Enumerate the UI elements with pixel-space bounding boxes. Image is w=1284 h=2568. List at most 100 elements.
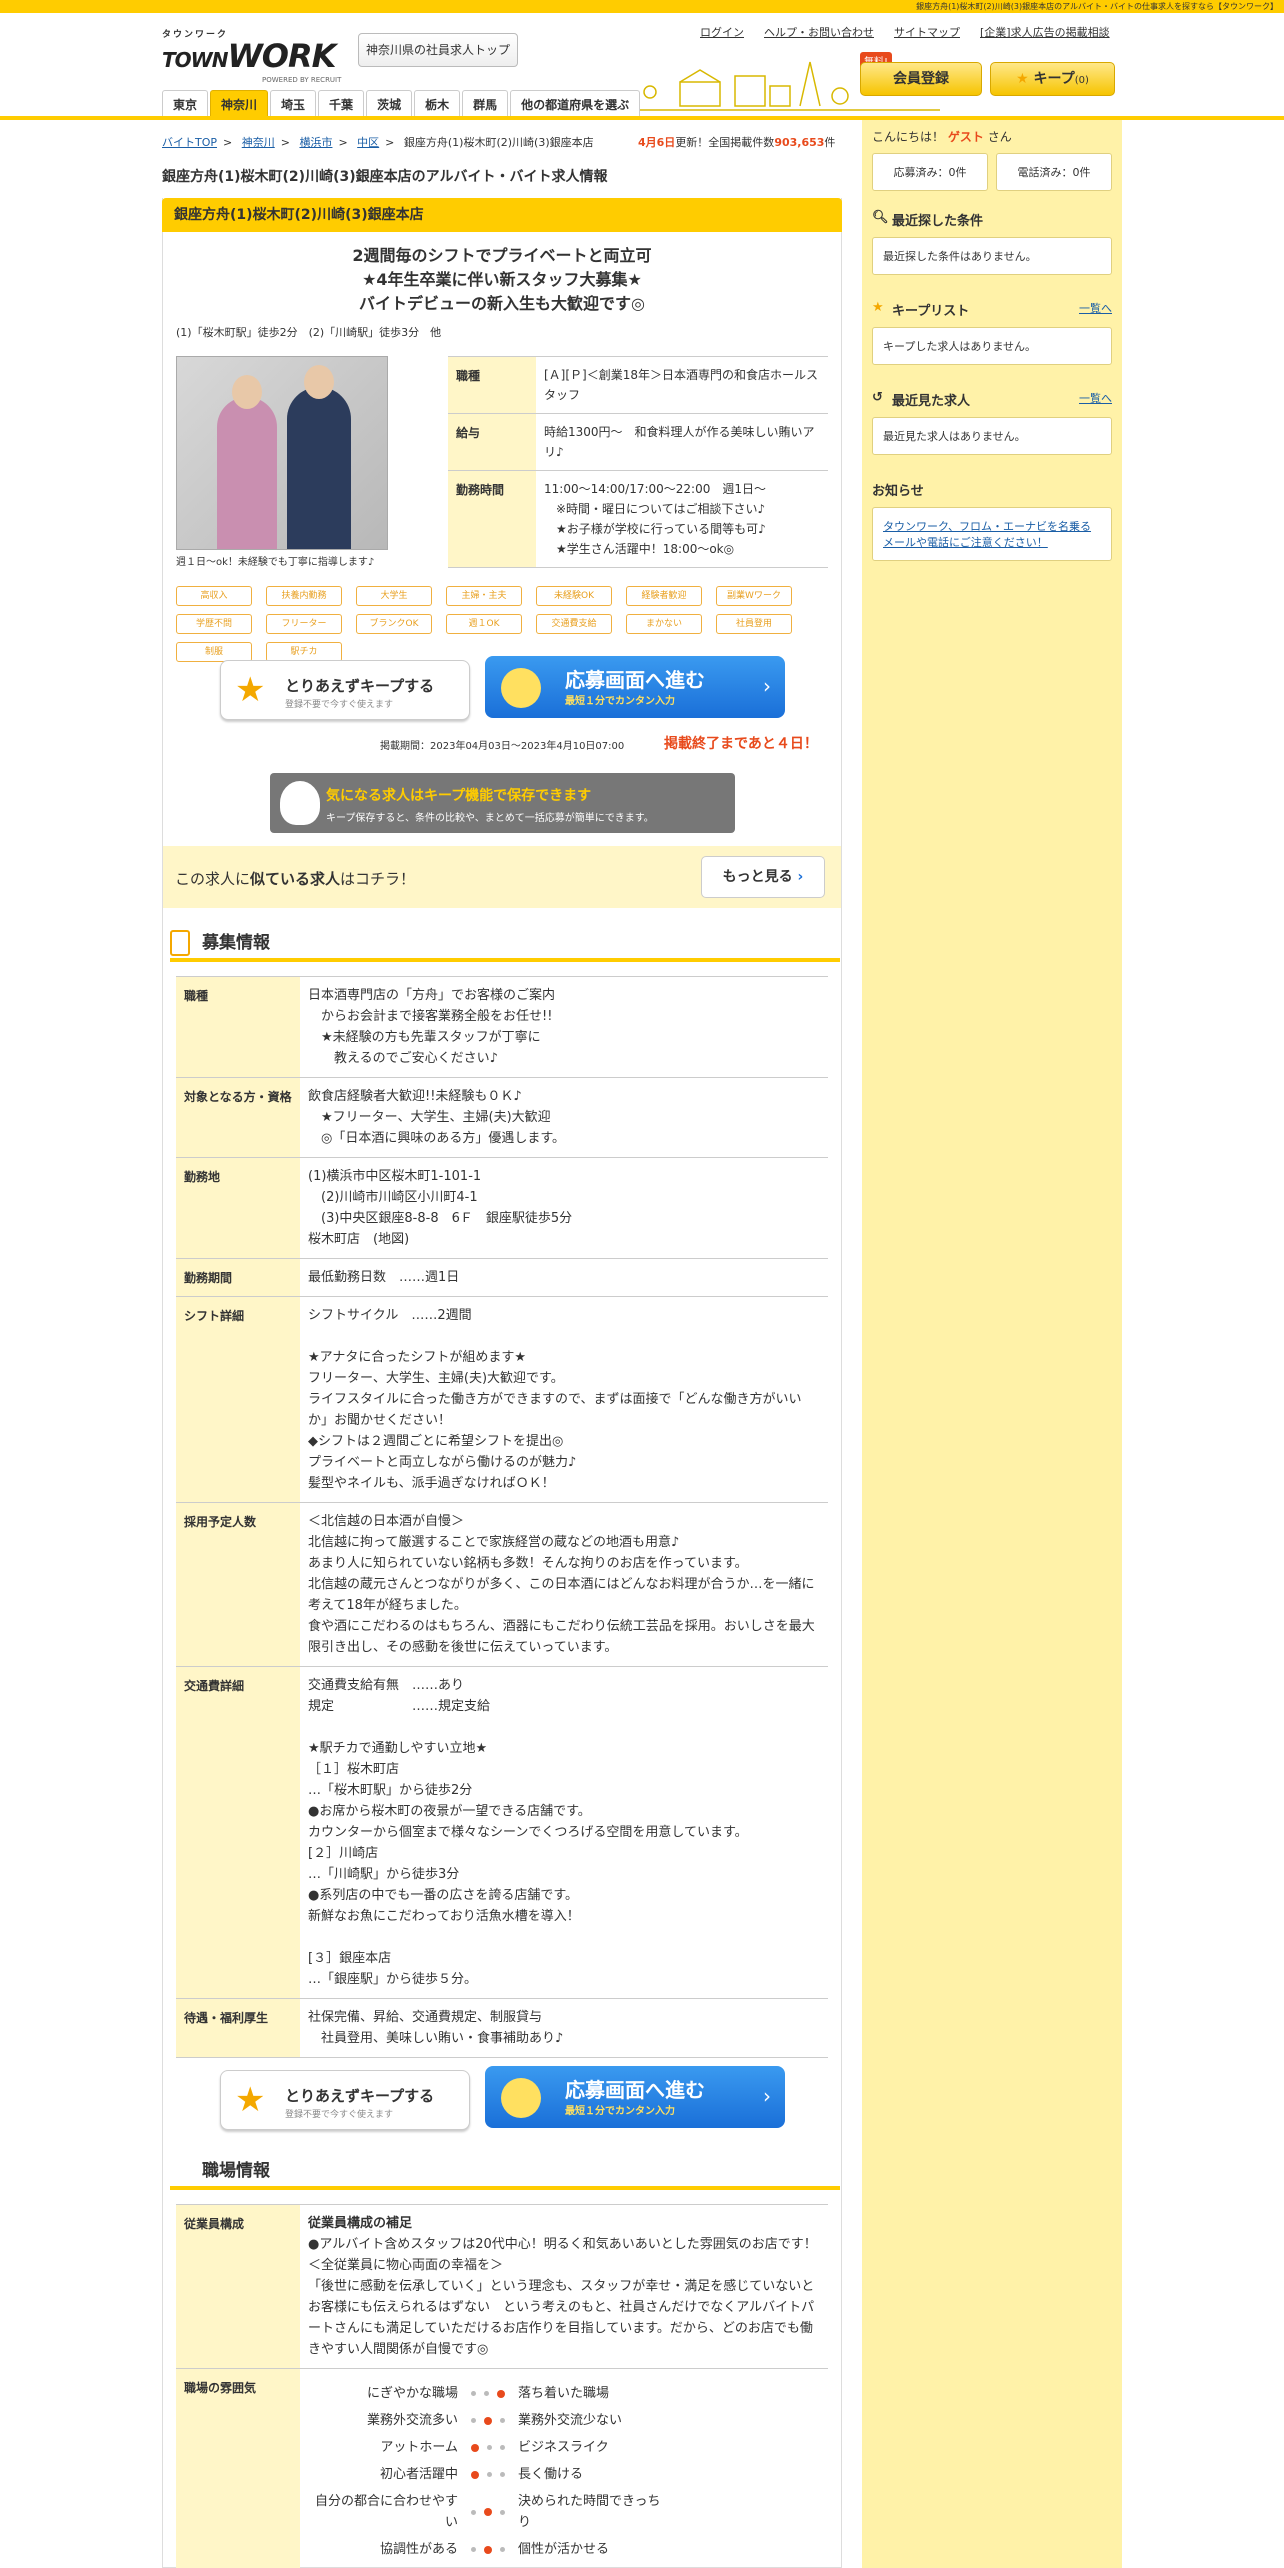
atmo-left: にぎやかな職場 (366, 2386, 458, 2401)
greeting: こんにちは！ ゲスト さん 応募済み：0件 電話済み：0件 (872, 128, 1112, 191)
tab-tokyo[interactable]: 東京 (162, 90, 209, 118)
pref-top-button[interactable]: 神奈川県の社員求人トップ (358, 33, 518, 67)
crumb-current: 銀座方舟(1)桜木町(2)川崎(3)銀座本店 (403, 136, 594, 149)
row-value: 社保完備、昇給、交通費規定、制服貸与 社員登用、美味しい賄い・食事補助あり♪ (308, 2010, 564, 2046)
atmo-right: ビジネスライク (518, 2440, 609, 2455)
feature-tag: 社員登用 (716, 614, 792, 634)
workplace-table: 従業員構成 従業員構成の補足 ●アルバイト含めスタッフは20代中心！明るく和気あい… (176, 2204, 828, 2568)
feature-tag: フリーター (266, 614, 342, 634)
row-value: ＜北信越の日本酒が自慢＞ 北信越に拘って厳選することで家族経営の蔵などの地酒も用… (308, 1514, 815, 1655)
feature-tag: 週１OK (446, 614, 522, 634)
tab-ibaraki[interactable]: 茨城 (366, 90, 413, 118)
scale-dot (497, 2389, 505, 2398)
applied-count: 応募済み：0件 (872, 153, 988, 191)
row-header: 待遇・福利厚生 (176, 1999, 300, 2057)
keep-list: ★ キープリスト 一覧へ キープした求人はありません。 (872, 300, 1112, 365)
feature-tag: 扶養内勤務 (266, 586, 342, 606)
help-link[interactable]: ヘルプ・お問い合わせ (764, 24, 874, 40)
crumb-yokohama[interactable]: 横浜市 (299, 136, 332, 149)
job-name-header: 銀座方舟(1)桜木町(2)川崎(3)銀座本店 (162, 198, 842, 232)
row-value: 日本酒専門店の「方舟」でお客様のご案内 からお会計まで接客業務全般をお任せ!! … (308, 988, 556, 1066)
tab-tochigi[interactable]: 栃木 (414, 90, 461, 118)
sitemap-link[interactable]: サイトマップ (894, 24, 960, 40)
ad-link[interactable]: [企業]求人広告の掲載相談 (980, 24, 1110, 40)
table-row: 待遇・福利厚生 社保完備、昇給、交通費規定、制服貸与 社員登用、美味しい賄い・食事… (176, 1999, 828, 2058)
scale-dot (484, 2391, 489, 2396)
crumb-naka[interactable]: 中区 (357, 136, 379, 149)
member-register-button[interactable]: 会員登録 (860, 62, 982, 96)
atmo-right: 個性が活かせる (518, 2542, 610, 2557)
photo-caption: 週１日～ok！未経験でも丁寧に指導します♪ (176, 557, 375, 568)
scale-dot (484, 2416, 492, 2425)
keep-button-bottom[interactable]: ★ とりあえずキープする 登録不要で今すぐ使えます (220, 2070, 470, 2130)
scale-dot (471, 2443, 479, 2452)
header-links: ログイン ヘルプ・お問い合わせ サイトマップ [企業]求人広告の掲載相談 (700, 24, 1110, 40)
recruit-table: 職種 日本酒専門店の「方舟」でお客様のご案内 からお会計まで接客業務全般をお任せ!… (176, 976, 828, 2058)
atmo-right: 決められた時間できっちり (518, 2494, 661, 2530)
atmo-scale (458, 2383, 518, 2404)
feature-tag: 経験者歓迎 (626, 586, 702, 606)
tab-gunma[interactable]: 群馬 (462, 90, 509, 118)
scale-dot (487, 2472, 492, 2477)
job-spec-table: 職種 [Ａ][Ｐ]＜創業18年＞日本酒専門の和食店ホールスタッフ 給与 時給1300… (448, 356, 828, 568)
document-icon (170, 930, 190, 956)
apply-button[interactable]: 応募画面へ進む 最短１分でカンタン入力 › (485, 656, 785, 718)
section-workplace: 職場情報 (170, 2156, 840, 2190)
recent-view: ↺ 最近見た求人 一覧へ 最近見た求人はありません。 (872, 390, 1112, 455)
section-recruit: 募集情報 (170, 928, 840, 962)
job-photo (176, 356, 388, 550)
notice-link[interactable]: タウンワーク、フロム・エーナビを名乗るメールや電話にご注意ください！ (883, 520, 1091, 549)
atmo-right: 業務外交流少ない (518, 2413, 623, 2428)
remaining-days: 掲載終了まであと４日！ (664, 736, 818, 752)
keep-header-button[interactable]: ★ キープ(0) (990, 62, 1115, 96)
townwork-logo[interactable]: タウンワーク TOWNWORK POWERED BY RECRUIT (162, 27, 342, 84)
row-value: (1)横浜市中区桜木町1-101-1 (2)川崎市川崎区小川町4-1 (3)中央… (308, 1169, 573, 1247)
tab-other-pref[interactable]: 他の都道府県を選ぶ (510, 90, 641, 118)
atmo-scale (458, 2464, 518, 2485)
table-row: 対象となる方・資格 飲食店経験者大歓迎!!未経験も０Ｋ♪ ★フリーター、大学生、主… (176, 1078, 828, 1158)
keep-list-link[interactable]: 一覧へ (1079, 300, 1112, 316)
row-header: 採用予定人数 (176, 1503, 300, 1666)
atmo-scale (458, 2539, 518, 2560)
row-header: 勤務地 (176, 1158, 300, 1258)
row-value: シフトサイクル ……2週間 ★アナタに合ったシフトが組めます★ フリーター、大学… (308, 1308, 802, 1491)
feature-tag: 大学生 (356, 586, 432, 606)
scale-dot (500, 2509, 505, 2515)
row-header: 交通費詳細 (176, 1667, 300, 1998)
table-row: 勤務地 (1)横浜市中区桜木町1-101-1 (2)川崎市川崎区小川町4-1 (3… (176, 1158, 828, 1259)
pref-nav: 東京 神奈川 埼玉 千葉 茨城 栃木 群馬 他の都道府県を選ぶ (162, 86, 662, 118)
more-button[interactable]: もっと見る › (701, 856, 825, 898)
table-row: シフト詳細 シフトサイクル ……2週間 ★アナタに合ったシフトが組めます★ フリー… (176, 1297, 828, 1503)
star-icon: ★ (235, 670, 266, 710)
row-header: 対象となる方・資格 (176, 1078, 300, 1157)
bird-icon (501, 668, 541, 708)
star-icon: ★ (1016, 71, 1029, 87)
tab-chiba[interactable]: 千葉 (318, 90, 365, 118)
bird-icon (501, 2078, 541, 2118)
keep-info-banner[interactable]: 気になる求人はキープ機能で保存できます キープ保存すると、条件の比較や、まとめて一… (270, 773, 735, 833)
scale-dot (471, 2470, 479, 2479)
scale-dot (500, 2547, 505, 2552)
apply-button-bottom[interactable]: 応募画面へ進む 最短１分でカンタン入力 › (485, 2066, 785, 2128)
login-link[interactable]: ログイン (700, 24, 744, 40)
star-icon: ★ (235, 2080, 266, 2120)
mascot-icon (280, 781, 320, 825)
tab-kanagawa[interactable]: 神奈川 (210, 90, 269, 118)
feature-tag: 駅チカ (266, 642, 342, 662)
keep-button[interactable]: ★ とりあえずキープする 登録不要で今すぐ使えます (220, 660, 470, 720)
similar-jobs: この求人に似ている求人はコチラ！ もっと見る › (163, 846, 841, 908)
spec-row: 職種 [Ａ][Ｐ]＜創業18年＞日本酒専門の和食店ホールスタッフ (448, 357, 828, 414)
post-period: 掲載期間：2023年04月03日～2023年4月10日07:00 (380, 741, 625, 752)
table-row: 交通費詳細 交通費支給有無 ……あり 規定 ……規定支給 ★駅チカで通勤しやすい立… (176, 1667, 828, 1999)
recent-view-link[interactable]: 一覧へ (1079, 390, 1112, 406)
atmo-right: 落ち着いた職場 (518, 2386, 610, 2401)
tab-saitama[interactable]: 埼玉 (270, 90, 317, 118)
crumb-kanagawa[interactable]: 神奈川 (242, 136, 275, 149)
feature-tag: 主婦・主夫 (446, 586, 522, 606)
atmo-scale (458, 2410, 518, 2431)
row-value: 交通費支給有無 ……あり 規定 ……規定支給 ★駅チカで通勤しやすい立地★ ［１… (308, 1678, 748, 1987)
crumb-baito-top[interactable]: バイトTOP (162, 136, 217, 149)
star-icon: ★ (872, 300, 884, 315)
scale-dot (500, 2418, 505, 2423)
feature-tag: 高収入 (176, 586, 252, 606)
